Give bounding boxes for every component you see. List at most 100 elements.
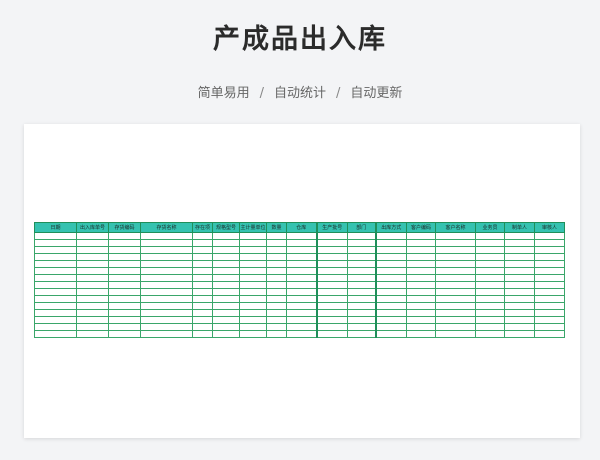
table-cell[interactable] [534, 267, 565, 275]
table-cell[interactable] [534, 302, 565, 310]
table-cell[interactable] [504, 232, 535, 240]
table-cell[interactable] [266, 260, 287, 268]
table-cell[interactable] [435, 253, 476, 261]
table-cell[interactable] [34, 323, 77, 331]
table-cell[interactable] [140, 232, 193, 240]
table-cell[interactable] [266, 281, 287, 289]
table-cell[interactable] [315, 281, 348, 289]
table-cell[interactable] [108, 253, 141, 261]
table-cell[interactable] [534, 309, 565, 317]
table-cell[interactable] [475, 267, 505, 275]
table-cell[interactable] [108, 274, 141, 282]
table-cell[interactable] [140, 330, 193, 338]
table-cell[interactable] [286, 260, 317, 268]
table-cell[interactable] [108, 302, 141, 310]
table-cell[interactable] [76, 253, 109, 261]
table-cell[interactable] [347, 253, 376, 261]
table-cell[interactable] [266, 309, 287, 317]
table-cell[interactable] [347, 246, 376, 254]
table-cell[interactable] [108, 295, 141, 303]
table-cell[interactable] [76, 330, 109, 338]
table-cell[interactable] [315, 260, 348, 268]
table-cell[interactable] [534, 239, 565, 247]
table-cell[interactable] [315, 239, 348, 247]
table-cell[interactable] [347, 260, 376, 268]
table-cell[interactable] [108, 309, 141, 317]
table-cell[interactable] [504, 253, 535, 261]
table-cell[interactable] [435, 232, 476, 240]
table-cell[interactable] [406, 274, 436, 282]
table-cell[interactable] [192, 316, 213, 324]
table-cell[interactable] [76, 267, 109, 275]
table-cell[interactable] [475, 253, 505, 261]
table-cell[interactable] [374, 281, 407, 289]
table-cell[interactable] [140, 323, 193, 331]
table-cell[interactable] [34, 260, 77, 268]
table-cell[interactable] [435, 239, 476, 247]
table-cell[interactable] [286, 274, 317, 282]
table-cell[interactable] [34, 302, 77, 310]
table-cell[interactable] [347, 316, 376, 324]
table-cell[interactable] [315, 330, 348, 338]
table-cell[interactable] [475, 330, 505, 338]
table-cell[interactable] [212, 267, 240, 275]
table-cell[interactable] [504, 239, 535, 247]
table-cell[interactable] [239, 330, 267, 338]
table-cell[interactable] [475, 316, 505, 324]
table-cell[interactable] [140, 253, 193, 261]
table-cell[interactable] [406, 281, 436, 289]
table-cell[interactable] [534, 323, 565, 331]
table-cell[interactable] [315, 309, 348, 317]
table-cell[interactable] [534, 246, 565, 254]
table-cell[interactable] [406, 309, 436, 317]
table-cell[interactable] [374, 302, 407, 310]
table-cell[interactable] [286, 316, 317, 324]
table-cell[interactable] [266, 246, 287, 254]
table-cell[interactable] [374, 253, 407, 261]
table-cell[interactable] [406, 302, 436, 310]
table-cell[interactable] [286, 232, 317, 240]
table-cell[interactable] [34, 253, 77, 261]
table-cell[interactable] [286, 288, 317, 296]
table-cell[interactable] [34, 274, 77, 282]
table-cell[interactable] [239, 288, 267, 296]
table-cell[interactable] [108, 267, 141, 275]
table-cell[interactable] [435, 295, 476, 303]
table-cell[interactable] [192, 260, 213, 268]
table-cell[interactable] [286, 267, 317, 275]
table-cell[interactable] [34, 295, 77, 303]
table-cell[interactable] [406, 323, 436, 331]
table-cell[interactable] [315, 288, 348, 296]
table-cell[interactable] [212, 330, 240, 338]
table-cell[interactable] [140, 281, 193, 289]
table-cell[interactable] [315, 232, 348, 240]
table-cell[interactable] [76, 323, 109, 331]
table-cell[interactable] [266, 232, 287, 240]
table-cell[interactable] [435, 267, 476, 275]
table-cell[interactable] [347, 267, 376, 275]
table-cell[interactable] [347, 288, 376, 296]
table-cell[interactable] [212, 295, 240, 303]
table-cell[interactable] [406, 239, 436, 247]
table-cell[interactable] [406, 267, 436, 275]
table-cell[interactable] [347, 281, 376, 289]
table-cell[interactable] [140, 239, 193, 247]
table-cell[interactable] [212, 274, 240, 282]
table-cell[interactable] [239, 246, 267, 254]
table-cell[interactable] [475, 302, 505, 310]
table-cell[interactable] [76, 316, 109, 324]
table-cell[interactable] [406, 253, 436, 261]
table-cell[interactable] [239, 253, 267, 261]
table-cell[interactable] [192, 253, 213, 261]
table-cell[interactable] [34, 267, 77, 275]
table-cell[interactable] [212, 239, 240, 247]
table-cell[interactable] [192, 281, 213, 289]
table-cell[interactable] [266, 295, 287, 303]
table-cell[interactable] [239, 323, 267, 331]
table-cell[interactable] [286, 253, 317, 261]
table-cell[interactable] [504, 302, 535, 310]
table-cell[interactable] [435, 323, 476, 331]
table-cell[interactable] [76, 309, 109, 317]
table-cell[interactable] [504, 274, 535, 282]
table-cell[interactable] [534, 295, 565, 303]
